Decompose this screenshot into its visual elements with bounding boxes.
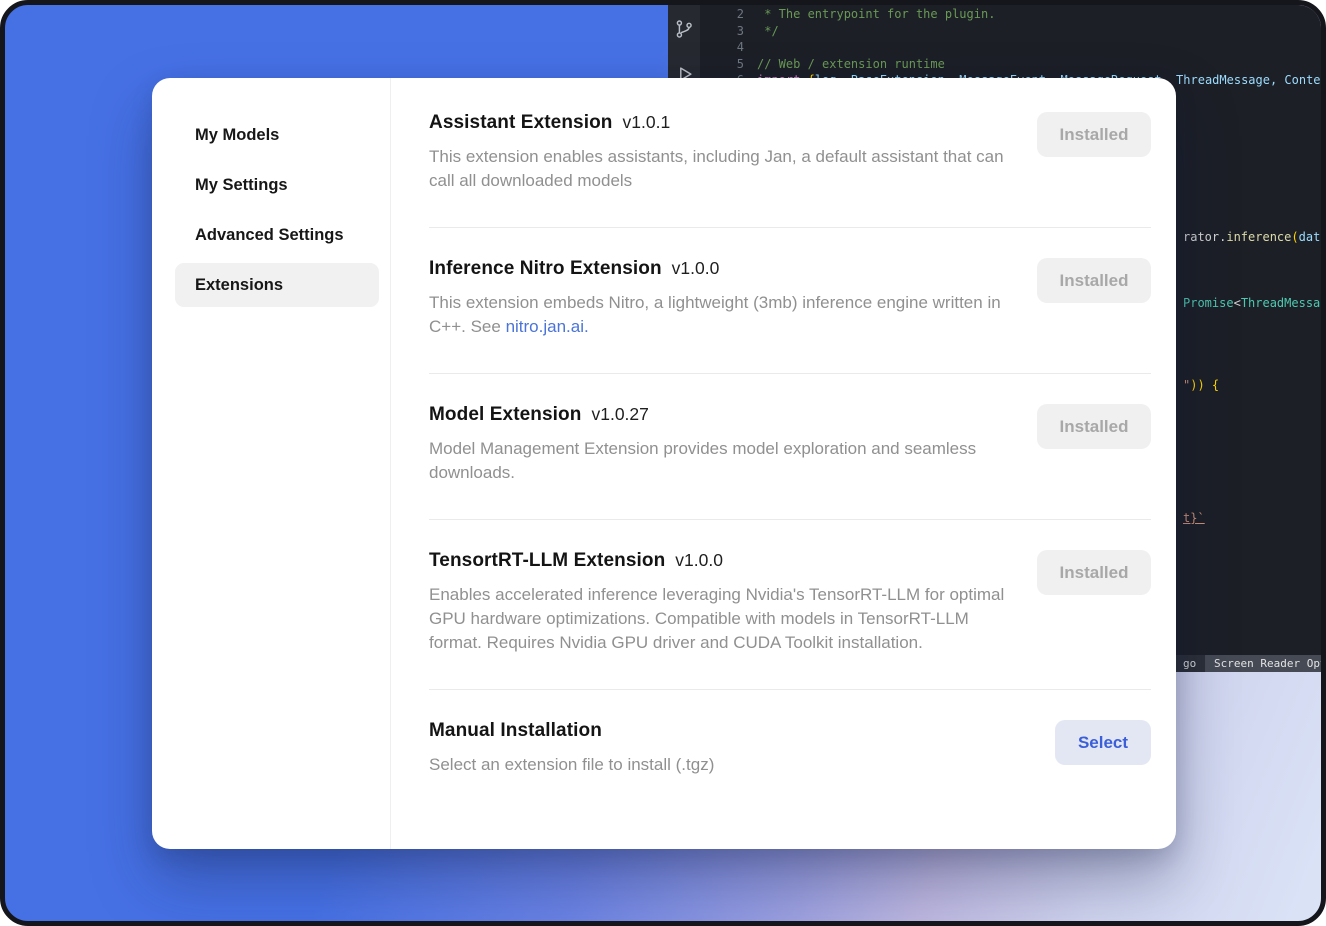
code-token: data [1299,230,1321,244]
extension-description: This extension enables assistants, inclu… [429,145,1014,193]
extension-title-line: Inference Nitro Extension v1.0.0 [429,258,1014,280]
code-fragment: Promise<ThreadMessage> [1183,296,1321,310]
code-text: */ [757,23,779,40]
extension-info: Model Extension v1.0.27 Model Management… [429,404,1014,485]
extension-version: v1.0.1 [623,112,671,133]
code-token: rator. [1183,230,1226,244]
code-lines: 2 * The entrypoint for the plugin. 3 */ … [700,6,1321,89]
line-number: 2 [700,6,757,23]
code-fragment: ")) { [1183,378,1219,392]
extension-version: v1.0.27 [591,404,648,425]
extension-row-tensorrt-llm: TensortRT-LLM Extension v1.0.0 Enables a… [429,520,1151,690]
extension-description: This extension embeds Nitro, a lightweig… [429,291,1014,339]
source-control-icon[interactable] [673,16,695,42]
code-token: ThreadMessage [1241,296,1321,310]
extension-row-inference-nitro: Inference Nitro Extension v1.0.0 This ex… [429,228,1151,374]
code-token: inference [1226,230,1291,244]
line-number: 4 [700,39,757,56]
extension-description: Select an extension file to install (.tg… [429,753,714,777]
settings-sidebar: My Models My Settings Advanced Settings … [152,78,391,849]
code-token: ( [1291,230,1298,244]
code-fragment: rator.inference(data)); [1183,230,1321,244]
extension-title: Model Extension [429,404,581,426]
installed-button[interactable]: Installed [1037,112,1151,157]
extension-row-assistant: Assistant Extension v1.0.1 This extensio… [429,78,1151,228]
nitro-jan-ai-link[interactable]: nitro.jan.ai. [506,317,589,336]
code-text: * The entrypoint for the plugin. [757,6,995,23]
extension-description: Enables accelerated inference leveraging… [429,583,1014,655]
extension-info: Manual Installation Select an extension … [429,720,714,777]
extension-row-model: Model Extension v1.0.27 Model Management… [429,374,1151,520]
line-number: 3 [700,23,757,40]
extension-title: Assistant Extension [429,112,613,134]
code-token: )) { [1190,378,1219,392]
extension-info: Assistant Extension v1.0.1 This extensio… [429,112,1014,193]
extension-title-line: Assistant Extension v1.0.1 [429,112,1014,134]
sidebar-item-my-settings[interactable]: My Settings [175,163,379,207]
code-text: // Web / extension runtime [757,56,945,73]
extension-version: v1.0.0 [675,550,723,571]
extension-title: Manual Installation [429,720,602,742]
extension-row-manual-installation: Manual Installation Select an extension … [429,690,1151,797]
line-number: 5 [700,56,757,73]
extension-description: Model Management Extension provides mode… [429,437,1014,485]
code-token: t}` [1183,511,1205,525]
extension-version: v1.0.0 [672,258,720,279]
extension-title-line: TensortRT-LLM Extension v1.0.0 [429,550,1014,572]
app-window: 2 * The entrypoint for the plugin. 3 */ … [0,0,1326,926]
extension-title: Inference Nitro Extension [429,258,662,280]
extension-info: TensortRT-LLM Extension v1.0.0 Enables a… [429,550,1014,655]
code-line: 5 // Web / extension runtime [700,56,1321,73]
settings-modal: My Models My Settings Advanced Settings … [152,78,1176,849]
installed-button[interactable]: Installed [1037,258,1151,303]
code-fragment: t}` [1183,511,1205,525]
extension-info: Inference Nitro Extension v1.0.0 This ex… [429,258,1014,339]
extension-title-line: Manual Installation [429,720,714,742]
select-file-button[interactable]: Select [1055,720,1151,765]
sidebar-item-extensions[interactable]: Extensions [175,263,379,307]
extension-title: TensortRT-LLM Extension [429,550,665,572]
installed-button[interactable]: Installed [1037,404,1151,449]
extensions-list: Assistant Extension v1.0.1 This extensio… [391,78,1176,849]
code-line: 4 [700,39,1321,56]
sidebar-item-my-models[interactable]: My Models [175,113,379,157]
extension-title-line: Model Extension v1.0.27 [429,404,1014,426]
sidebar-item-advanced-settings[interactable]: Advanced Settings [175,213,379,257]
installed-button[interactable]: Installed [1037,550,1151,595]
status-bar-text: go [1183,655,1196,672]
code-line: 2 * The entrypoint for the plugin. [700,6,1321,23]
code-line: 3 */ [700,23,1321,40]
code-token: Promise [1183,296,1234,310]
screen-reader-optimized-status[interactable]: Screen Reader Optimized [1205,655,1321,672]
code-token: < [1234,296,1241,310]
